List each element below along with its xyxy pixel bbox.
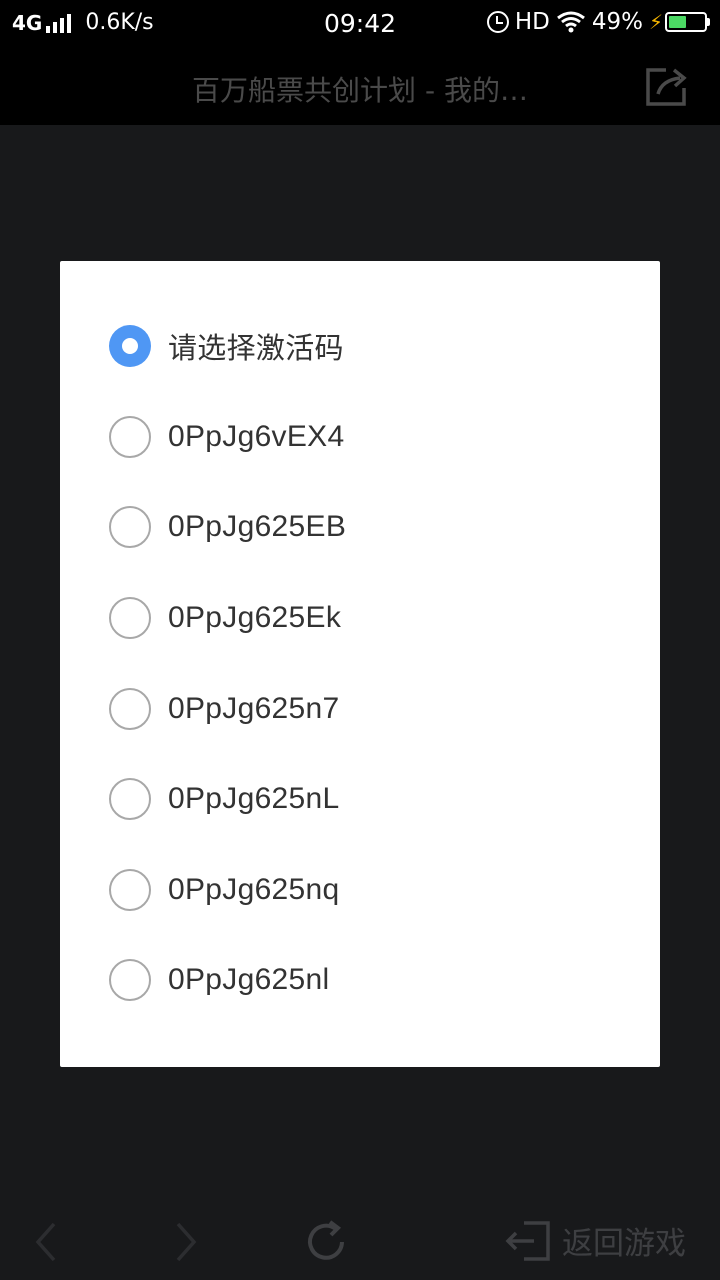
back-to-game-label: 返回游戏	[562, 1226, 686, 1262]
page-title: 百万船票共创计划 - 我的…	[192, 74, 528, 107]
title-bar: 百万船票共创计划 - 我的…	[0, 50, 720, 125]
radio-button[interactable]	[109, 778, 151, 821]
activation-code-dialog: 请选择激活码 0PpJg6vEX4 0PpJg625EB 0PpJg625Ek …	[60, 261, 660, 1067]
battery-fill	[669, 16, 686, 28]
radio-button[interactable]	[109, 959, 151, 1002]
option-item[interactable]: 0PpJg625nq	[60, 845, 660, 936]
screen: 4G 0.6K/s 09:42 HD 49% ⚡ 百万船票共创计划 - 我的… …	[0, 0, 720, 1280]
option-item[interactable]: 0PpJg625EB	[60, 482, 660, 573]
battery-icon: ⚡	[649, 10, 710, 34]
radio-button[interactable]	[109, 325, 151, 368]
back-to-game-button[interactable]: 返回游戏	[504, 1218, 686, 1263]
back-arrow-icon[interactable]	[32, 1220, 60, 1264]
option-label: 0PpJg625nl	[168, 963, 330, 997]
charging-icon: ⚡	[648, 10, 663, 34]
radio-button[interactable]	[109, 687, 151, 730]
option-label: 0PpJg625EB	[168, 510, 347, 544]
exit-icon	[505, 1220, 550, 1261]
radio-button[interactable]	[109, 597, 151, 640]
option-item[interactable]: 0PpJg6vEX4	[60, 392, 660, 483]
share-icon[interactable]	[644, 66, 690, 108]
option-item[interactable]: 0PpJg625Ek	[60, 573, 660, 664]
option-label: 0PpJg625Ek	[168, 601, 342, 635]
radio-button[interactable]	[109, 415, 151, 458]
option-item[interactable]: 0PpJg625nL	[60, 754, 660, 845]
option-item[interactable]: 0PpJg625nl	[60, 935, 660, 1026]
battery-percent: 49%	[591, 9, 643, 35]
wifi-icon	[556, 11, 585, 33]
option-item[interactable]: 请选择激活码	[60, 301, 660, 392]
option-label: 0PpJg625nL	[168, 782, 340, 816]
forward-arrow-icon[interactable]	[172, 1220, 200, 1264]
radio-button[interactable]	[109, 868, 151, 911]
status-right: HD 49% ⚡	[486, 9, 710, 35]
option-list: 请选择激活码 0PpJg6vEX4 0PpJg625EB 0PpJg625Ek …	[60, 301, 660, 1026]
alarm-icon	[486, 11, 509, 33]
option-label: 0PpJg625n7	[168, 691, 340, 725]
bottom-toolbar: 返回游戏	[0, 1200, 720, 1280]
option-label: 0PpJg625nq	[168, 872, 340, 906]
option-label: 0PpJg6vEX4	[168, 419, 345, 453]
hd-indicator: HD	[514, 9, 550, 35]
radio-button[interactable]	[109, 506, 151, 549]
option-item[interactable]: 0PpJg625n7	[60, 663, 660, 754]
refresh-icon[interactable]	[302, 1218, 350, 1266]
option-label: 请选择激活码	[168, 331, 344, 366]
status-bar: 4G 0.6K/s 09:42 HD 49% ⚡	[0, 0, 720, 50]
